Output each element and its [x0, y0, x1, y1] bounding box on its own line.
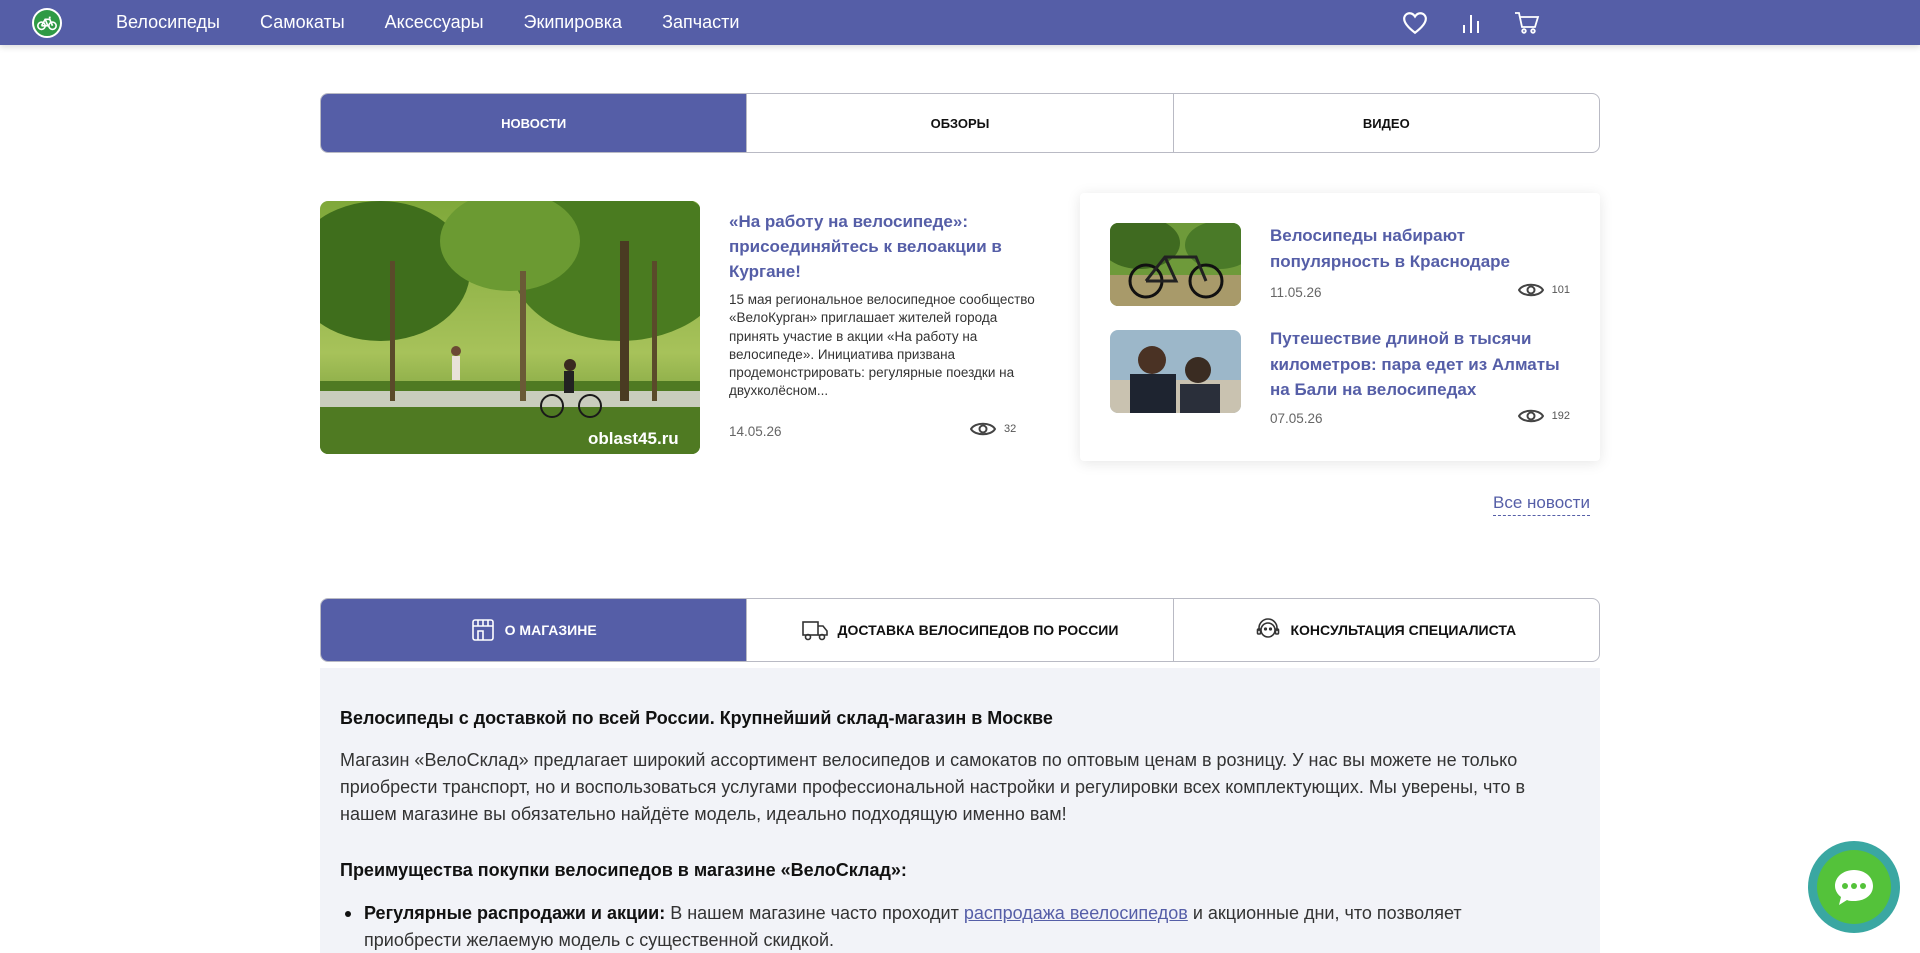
- main-news-title[interactable]: «На работу на велосипеде»: присоединяйте…: [729, 209, 1029, 284]
- heart-icon[interactable]: [1402, 10, 1428, 36]
- nav-item-bicycles[interactable]: Велосипеды: [116, 12, 220, 33]
- nav-item-scooters[interactable]: Самокаты: [260, 12, 345, 33]
- side-news-date: 07.05.26: [1270, 411, 1323, 426]
- tab-reviews[interactable]: Обзоры: [746, 94, 1172, 152]
- tab-video[interactable]: Видео: [1172, 94, 1599, 152]
- compare-icon[interactable]: [1458, 10, 1484, 36]
- tab-about-store-label: О магазине: [504, 622, 597, 638]
- about-paragraph: Магазин «ВелоСклад» предлагает широкий а…: [340, 750, 1526, 824]
- about-store-section: Велосипеды с доставкой по всей России. К…: [320, 668, 1600, 953]
- side-news-image[interactable]: [1110, 223, 1241, 306]
- side-news-views: 192: [1517, 407, 1570, 425]
- side-news-views-count: 192: [1551, 410, 1570, 422]
- cart-icon[interactable]: [1514, 10, 1540, 36]
- chat-widget-button[interactable]: [1808, 841, 1900, 933]
- eye-icon: [1517, 283, 1544, 297]
- nav-item-parts[interactable]: Запчасти: [662, 12, 739, 33]
- benefits-heading: Преимущества покупки велосипедов в магаз…: [340, 860, 907, 880]
- tab-consultation-label: Консультация специалиста: [1290, 622, 1517, 638]
- about-heading: Велосипеды с доставкой по всей России. К…: [340, 708, 1053, 728]
- image-watermark: oblast45.ru: [588, 429, 679, 448]
- side-news-title[interactable]: Путешествие длиной в тысячи километров: …: [1270, 326, 1570, 403]
- main-nav: Велосипеды Самокаты Аксессуары Экипировк…: [116, 0, 739, 45]
- truck-icon: [801, 621, 828, 641]
- main-news-views: 32: [970, 420, 1016, 438]
- all-news-link[interactable]: Все новости: [1493, 493, 1590, 516]
- info-tabs: О магазине Доставка велосипедов по Росси…: [320, 598, 1600, 662]
- tab-delivery[interactable]: Доставка велосипедов по России: [746, 599, 1172, 661]
- tab-about-store[interactable]: О магазине: [321, 599, 747, 661]
- side-news-item[interactable]: Велосипеды набирают популярность в Красн…: [1110, 223, 1570, 313]
- operator-icon: [1257, 618, 1280, 638]
- side-news-card: Велосипеды набирают популярность в Красн…: [1080, 193, 1600, 461]
- main-news-views-count: 32: [1004, 423, 1017, 435]
- side-news-views: 101: [1517, 281, 1570, 299]
- side-news-title[interactable]: Велосипеды набирают популярность в Красн…: [1270, 223, 1570, 274]
- side-news-views-count: 101: [1551, 284, 1570, 296]
- store-icon: [471, 619, 494, 641]
- bike-logo-icon[interactable]: [32, 8, 62, 38]
- nav-item-gear[interactable]: Экипировка: [524, 12, 623, 33]
- tab-news[interactable]: Новости: [321, 94, 747, 152]
- eye-icon: [970, 422, 996, 436]
- chat-widget-inner: [1817, 850, 1891, 924]
- main-news-date: 14.05.26: [729, 424, 782, 439]
- chat-bubble-icon: [1835, 870, 1873, 905]
- tab-consultation[interactable]: Консультация специалиста: [1172, 599, 1599, 661]
- main-news-excerpt: 15 мая региональное велосипедное сообщес…: [729, 292, 1035, 399]
- side-news-date: 11.05.26: [1270, 285, 1322, 300]
- tab-delivery-label: Доставка велосипедов по России: [837, 622, 1119, 638]
- header-actions: [1402, 0, 1540, 45]
- benefit-title: Регулярные распродажи и акции:: [364, 903, 666, 923]
- top-navbar: Велосипеды Самокаты Аксессуары Экипировк…: [0, 0, 1920, 45]
- news-tabs: Новости Обзоры Видео: [320, 93, 1600, 153]
- eye-icon: [1517, 409, 1544, 423]
- nav-item-accessories[interactable]: Аксессуары: [385, 12, 484, 33]
- main-news-image[interactable]: oblast45.ru: [320, 201, 700, 454]
- side-news-image[interactable]: [1110, 330, 1241, 413]
- benefit-text-before: В нашем магазине часто проходит: [665, 903, 964, 923]
- sale-link[interactable]: распродажа веелосипедов: [964, 903, 1188, 923]
- benefit-list-item: Регулярные распродажи и акции: В нашем м…: [345, 900, 1564, 953]
- side-news-item[interactable]: Путешествие длиной в тысячи километров: …: [1110, 326, 1570, 426]
